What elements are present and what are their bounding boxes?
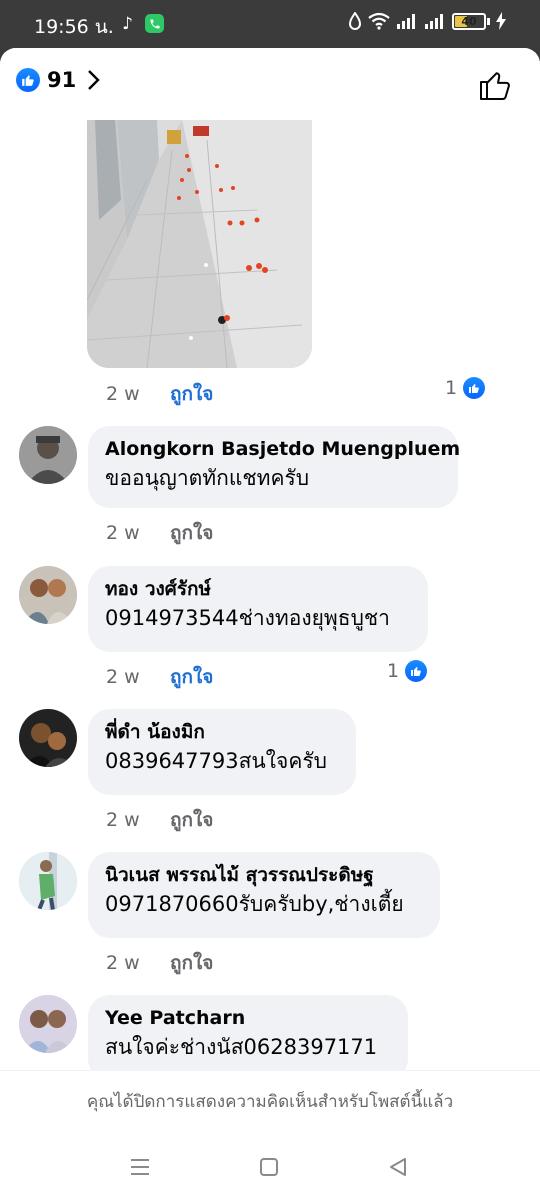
photo-comment-meta: 2 w ถูกใจ (106, 379, 213, 409)
comment-bubble[interactable]: พี่ดำ น้องมิก 0839647793สนใจครับ (88, 709, 356, 795)
comment-meta: 2 w ถูกใจ (106, 518, 213, 548)
like-button[interactable]: ถูกใจ (170, 518, 213, 548)
avatar[interactable] (19, 426, 77, 484)
comment-time: 2 w (106, 952, 140, 974)
thumbs-up-outline-icon[interactable] (478, 68, 512, 102)
comment-text: ขออนุญาตทักแชทครับ (105, 466, 310, 490)
tile-floor-image (87, 120, 312, 368)
comment-reaction-count[interactable]: 1 (445, 377, 486, 399)
home-square-icon[interactable] (257, 1155, 281, 1179)
like-icon (16, 68, 40, 92)
system-nav-bar (0, 1133, 540, 1200)
sheet-header: 91 (0, 48, 540, 116)
comments-sheet: 91 2 w ถูกใจ 1 Alongkorn Basjetdo Muengp… (0, 48, 540, 1133)
water-drop-icon (348, 12, 362, 30)
comment-bubble[interactable]: Yee Patcharn สนใจค่ะช่างนัส0628397171 (88, 995, 408, 1081)
menu-icon[interactable] (128, 1155, 152, 1179)
comment-time: 2 w (106, 666, 140, 688)
comment-time: 2 w (106, 383, 140, 405)
comment-meta: 2 w ถูกใจ (106, 805, 213, 835)
comment-meta: 2 w ถูกใจ (106, 948, 213, 978)
like-button[interactable]: ถูกใจ (170, 662, 213, 692)
comment-bubble[interactable]: นิวเนส พรรณไม้ สุวรรณประดิษฐ 0971870660ร… (88, 852, 440, 938)
comment-reaction-count[interactable]: 1 (387, 660, 428, 682)
comment-text: 0914973544ช่างทองยุพุธบูชา (105, 606, 390, 630)
back-triangle-icon[interactable] (386, 1155, 410, 1179)
comment-time: 2 w (106, 522, 140, 544)
charging-bolt-icon (496, 12, 506, 30)
comment-photo[interactable] (87, 120, 312, 368)
comment-text: 0971870660รับครับby,ช่างเตี้ย (105, 892, 404, 916)
phone-app-icon (145, 14, 164, 33)
comment-text: 0839647793สนใจครับ (105, 749, 327, 773)
status-bar: 19:56 น. ♪ 40 (0, 0, 540, 48)
wifi-icon (368, 12, 390, 30)
like-button[interactable]: ถูกใจ (170, 805, 213, 835)
comment-bubble[interactable]: ทอง วงศ์รักษ์ 0914973544ช่างทองยุพุธบูชา (88, 566, 428, 652)
status-app-icons: ♪ (118, 13, 164, 34)
battery-level: 40 (461, 14, 477, 28)
signal-icon-1 (397, 14, 415, 29)
like-icon (463, 377, 486, 399)
comment-author[interactable]: นิวเนส พรรณไม้ สุวรรณประดิษฐ (105, 862, 422, 888)
status-time: 19:56 น. (34, 16, 114, 38)
avatar[interactable] (19, 709, 77, 767)
chevron-right-icon (88, 70, 100, 90)
avatar[interactable] (19, 566, 77, 624)
reaction-number: 1 (387, 660, 400, 682)
comments-disabled-notice: คุณได้ปิดการแสดงความคิดเห็นสำหรับโพสต์นี… (0, 1071, 540, 1133)
comment-meta: 2 w ถูกใจ (106, 662, 213, 692)
avatar[interactable] (19, 852, 77, 910)
reaction-number: 1 (445, 377, 458, 399)
like-button[interactable]: ถูกใจ (170, 379, 213, 409)
signal-icon-2 (425, 14, 443, 29)
comment-author[interactable]: พี่ดำ น้องมิก (105, 719, 338, 745)
tiktok-icon: ♪ (122, 13, 133, 34)
comment-author[interactable]: Yee Patcharn (105, 1005, 390, 1031)
comment-text: สนใจค่ะช่างนัส0628397171 (105, 1035, 378, 1059)
like-icon (405, 660, 428, 682)
reaction-count: 91 (47, 68, 77, 92)
status-indicators: 40 (348, 12, 506, 30)
comment-author[interactable]: Alongkorn Basjetdo Muengpluem (105, 436, 460, 462)
reaction-summary[interactable]: 91 (16, 68, 103, 92)
comment-bubble[interactable]: Alongkorn Basjetdo Muengpluem ขออนุญาตทั… (88, 426, 460, 508)
comment-time: 2 w (106, 809, 140, 831)
avatar[interactable] (19, 995, 77, 1053)
comment-author[interactable]: ทอง วงศ์รักษ์ (105, 576, 410, 602)
like-button[interactable]: ถูกใจ (170, 948, 213, 978)
battery-icon: 40 (452, 12, 490, 30)
